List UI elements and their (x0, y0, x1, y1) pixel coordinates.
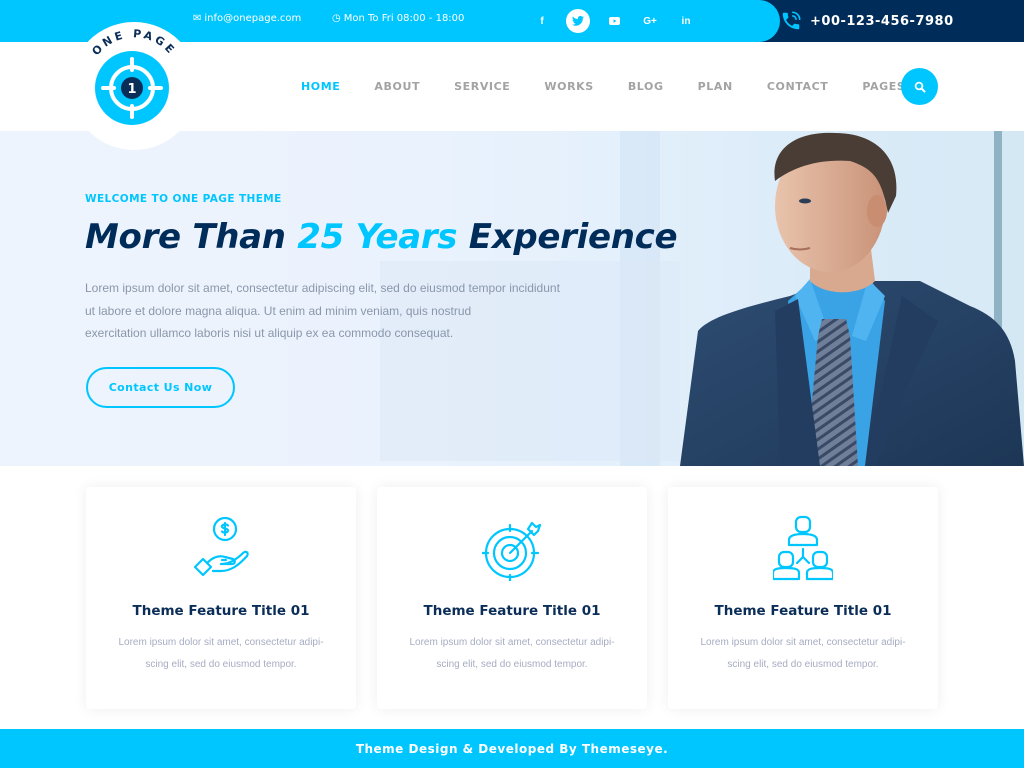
hero-description-line: exercitation ullamco laboris nisi ut ali… (85, 326, 454, 340)
phone-number: +00-123-456-7980 (810, 13, 954, 29)
social-links: f G+ in (530, 9, 710, 33)
contact-us-button[interactable]: Contact Us Now (86, 367, 235, 408)
top-hours: ◷ Mon To Fri 08:00 - 18:00 (332, 13, 464, 24)
hero-welcome-label: WELCOME TO ONE PAGE THEME (85, 193, 282, 205)
feature-description-line: Lorem ipsum dolor sit amet, consectetur … (700, 637, 906, 648)
site-logo[interactable]: ONE PAGE 1 (70, 22, 198, 150)
feature-title: Theme Feature Title 01 (423, 603, 601, 619)
top-email[interactable]: ✉ info@onepage.com (193, 13, 301, 24)
businessman-image (680, 132, 1024, 466)
youtube-icon[interactable] (602, 9, 626, 33)
hero-title-accent: 25 Years (297, 217, 458, 257)
nav-plan[interactable]: PLAN (698, 80, 733, 93)
main-nav: HOME ABOUT SERVICE WORKS BLOG PLAN CONTA… (301, 80, 939, 93)
logo-number: 1 (127, 82, 136, 97)
nav-service[interactable]: SERVICE (454, 80, 510, 93)
feature-description-line: scing elit, sed do eiusmod tempor. (145, 659, 297, 670)
feature-card: Theme Feature Title 01 Lorem ipsum dolor… (668, 487, 938, 709)
footer: Theme Design & Developed By Themeseye. (0, 729, 1024, 768)
feature-description-line: scing elit, sed do eiusmod tempor. (436, 659, 588, 670)
target-icon (482, 521, 542, 581)
phone-icon (782, 11, 801, 30)
nav-pages[interactable]: PAGES (862, 80, 905, 93)
linkedin-icon[interactable]: in (674, 9, 698, 33)
nav-home[interactable]: HOME (301, 80, 340, 93)
hero-section: WELCOME TO ONE PAGE THEME More Than 25 Y… (0, 131, 1024, 466)
feature-description-line: Lorem ipsum dolor sit amet, consectetur … (118, 637, 324, 648)
hero-title-part1: More Than (85, 217, 298, 257)
email-text: info@onepage.com (204, 13, 302, 24)
hero-description: Lorem ipsum dolor sit amet, consectetur … (85, 277, 605, 345)
feature-description: Lorem ipsum dolor sit amet, consectetur … (688, 632, 918, 676)
search-button[interactable] (901, 68, 938, 105)
page: ✉ info@onepage.com ◷ Mon To Fri 08:00 - … (0, 0, 1024, 768)
clock-icon: ◷ (332, 13, 341, 24)
hero-title: More Than 25 Years Experience (85, 217, 678, 257)
top-bar-rounded-cap (700, 0, 780, 42)
hero-title-part2: Experience (457, 217, 678, 257)
nav-works[interactable]: WORKS (544, 80, 593, 93)
nav-blog[interactable]: BLOG (628, 80, 664, 93)
hero-description-line: Lorem ipsum dolor sit amet, consectetur … (85, 281, 560, 295)
hours-text: Mon To Fri 08:00 - 18:00 (343, 13, 465, 24)
hand-money-icon (193, 516, 249, 577)
twitter-icon[interactable] (566, 9, 590, 33)
facebook-icon[interactable]: f (530, 9, 554, 33)
feature-title: Theme Feature Title 01 (714, 603, 892, 619)
phone-contact[interactable]: +00-123-456-7980 (780, 10, 954, 32)
team-icon (773, 515, 833, 581)
feature-description: Lorem ipsum dolor sit amet, consectetur … (106, 632, 336, 676)
nav-contact[interactable]: CONTACT (767, 80, 829, 93)
feature-description: Lorem ipsum dolor sit amet, consectetur … (397, 632, 627, 676)
feature-card: Theme Feature Title 01 Lorem ipsum dolor… (377, 487, 647, 709)
nav-about[interactable]: ABOUT (374, 80, 420, 93)
feature-card: Theme Feature Title 01 Lorem ipsum dolor… (86, 487, 356, 709)
hero-description-line: ut labore et dolore magna aliqua. Ut eni… (85, 303, 472, 318)
feature-description-line: scing elit, sed do eiusmod tempor. (727, 659, 879, 670)
feature-description-line: Lorem ipsum dolor sit amet, consectetur … (409, 637, 615, 648)
google-plus-icon[interactable]: G+ (638, 9, 662, 33)
footer-credit: Theme Design & Developed By Themeseye. (355, 741, 669, 756)
feature-title: Theme Feature Title 01 (132, 603, 310, 619)
search-icon (914, 81, 925, 92)
